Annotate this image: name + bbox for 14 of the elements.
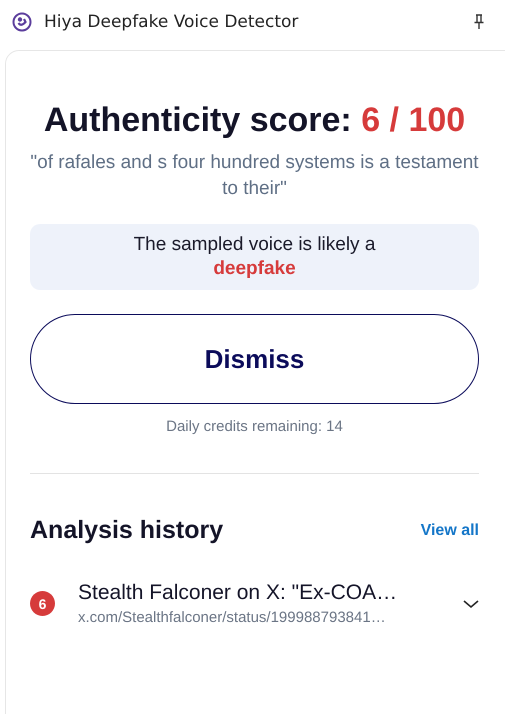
score-badge: 6 <box>30 591 55 616</box>
authenticity-score: Authenticity score: 6 / 100 <box>42 100 466 140</box>
pin-icon[interactable] <box>473 14 485 30</box>
chevron-down-icon[interactable] <box>463 598 479 608</box>
app-logo-icon <box>12 12 32 32</box>
verdict-message: The sampled voice is likely a deepfake <box>30 224 479 290</box>
history-heading: Analysis history <box>30 516 224 545</box>
window-title: Hiya Deepfake Voice Detector <box>44 12 300 32</box>
history-item-title[interactable]: Stealth Falconer on X: "Ex-COA… <box>78 581 455 605</box>
credits-remaining: Daily credits remaining: 14 <box>165 418 344 435</box>
history-item-url: x.com/Stealthfalconer/status/199988793841… <box>78 609 387 626</box>
view-all-link[interactable]: View all <box>420 522 479 540</box>
transcript-quote: "of rafales and s four hundred systems is a testament to their" <box>30 151 479 201</box>
dismiss-button[interactable]: Dismiss <box>30 314 479 404</box>
